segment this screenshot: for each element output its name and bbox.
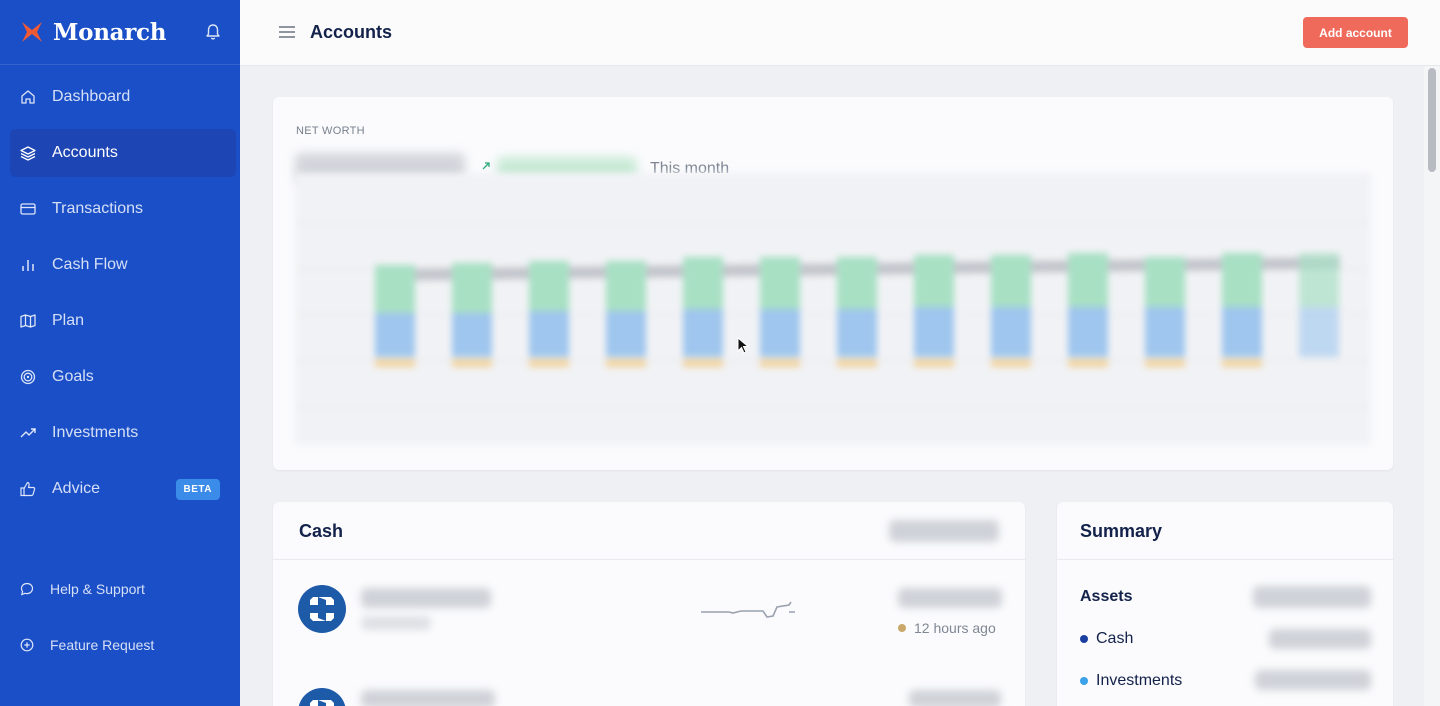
sidebar-divider bbox=[0, 64, 240, 65]
cash-legend-dot bbox=[1080, 635, 1088, 643]
bank-logo-icon bbox=[298, 585, 346, 633]
sidebar: Monarch Dashboard Accounts Transactions … bbox=[0, 0, 240, 706]
cash-total-redacted bbox=[889, 520, 999, 542]
divider bbox=[273, 559, 1025, 560]
summary-row-label: Investments bbox=[1096, 672, 1183, 689]
sidebar-item-cash-flow[interactable]: Cash Flow bbox=[10, 241, 236, 289]
account-name-redacted bbox=[361, 690, 495, 706]
summary-row-cash: Cash bbox=[1080, 630, 1133, 648]
cash-card: Cash 12 hours ago bbox=[273, 502, 1025, 706]
account-sparkline bbox=[701, 601, 795, 618]
assets-total-redacted bbox=[1253, 586, 1371, 608]
brand-name: Monarch bbox=[53, 18, 167, 46]
monarch-logo-icon bbox=[22, 22, 42, 42]
updated-time: 12 hours ago bbox=[914, 620, 996, 636]
divider bbox=[1057, 559, 1393, 560]
summary-card: Summary Assets Cash Investments bbox=[1057, 502, 1393, 706]
sidebar-item-label: Investments bbox=[52, 424, 139, 441]
target-icon bbox=[20, 369, 36, 385]
credit-card-icon bbox=[20, 201, 36, 217]
thumbs-up-icon bbox=[20, 481, 36, 497]
sidebar-item-investments[interactable]: Investments bbox=[10, 409, 236, 457]
chat-bubble-icon bbox=[20, 582, 34, 596]
sidebar-item-label: Dashboard bbox=[52, 88, 131, 105]
sidebar-item-label: Cash Flow bbox=[52, 256, 128, 273]
sidebar-item-advice[interactable]: Advice BETA bbox=[10, 465, 236, 513]
add-account-button[interactable]: Add account bbox=[1303, 17, 1408, 48]
sidebar-item-label: Goals bbox=[52, 368, 94, 385]
investments-amount-redacted bbox=[1255, 670, 1371, 690]
trending-up-icon bbox=[20, 425, 36, 441]
cash-title: Cash bbox=[299, 521, 344, 541]
sidebar-item-plan[interactable]: Plan bbox=[10, 297, 236, 345]
top-bar: Accounts Add account bbox=[240, 0, 1440, 66]
assets-heading: Assets bbox=[1080, 588, 1133, 605]
sidebar-item-label: Accounts bbox=[52, 144, 118, 161]
menu-icon[interactable] bbox=[278, 25, 296, 39]
sidebar-item-dashboard[interactable]: Dashboard bbox=[10, 73, 236, 121]
net-worth-card: NET WORTH This month bbox=[273, 97, 1393, 470]
status-dot bbox=[898, 624, 906, 632]
account-balance-redacted bbox=[898, 588, 1002, 608]
account-updated-status: 12 hours ago bbox=[898, 620, 996, 636]
home-icon bbox=[20, 89, 36, 105]
bank-logo-icon bbox=[298, 688, 346, 706]
sidebar-item-label: Plan bbox=[52, 312, 85, 329]
feature-request-label: Feature Request bbox=[50, 637, 155, 653]
arrow-up-right-icon bbox=[482, 162, 490, 170]
account-balance-redacted bbox=[909, 690, 1001, 706]
help-support-link[interactable]: Help & Support bbox=[20, 577, 145, 601]
sidebar-item-label: Advice bbox=[52, 480, 101, 497]
beta-badge: BETA bbox=[175, 479, 220, 500]
sidebar-item-accounts[interactable]: Accounts bbox=[10, 129, 236, 177]
summary-row-investments: Investments bbox=[1080, 672, 1182, 690]
plus-circle-icon bbox=[20, 638, 34, 652]
account-name-redacted bbox=[361, 588, 491, 608]
summary-title: Summary bbox=[1080, 521, 1163, 541]
layers-icon bbox=[20, 145, 36, 161]
bar-chart-icon bbox=[20, 257, 36, 273]
investments-legend-dot bbox=[1080, 677, 1088, 685]
sidebar-item-transactions[interactable]: Transactions bbox=[10, 185, 236, 233]
summary-row-label: Cash bbox=[1096, 630, 1134, 647]
cash-amount-redacted bbox=[1269, 629, 1371, 649]
map-icon bbox=[20, 313, 36, 329]
bell-icon[interactable] bbox=[203, 22, 223, 42]
net-worth-label: NET WORTH bbox=[296, 125, 365, 137]
account-type-redacted bbox=[361, 616, 431, 630]
sidebar-item-label: Transactions bbox=[52, 200, 143, 217]
net-worth-chart-redacted bbox=[295, 173, 1371, 445]
mouse-cursor-icon bbox=[737, 337, 749, 354]
page-title: Accounts bbox=[310, 22, 393, 42]
help-support-label: Help & Support bbox=[50, 581, 145, 597]
brand[interactable]: Monarch bbox=[20, 16, 166, 48]
scrollbar-thumb[interactable] bbox=[1428, 68, 1436, 172]
feature-request-link[interactable]: Feature Request bbox=[20, 633, 154, 657]
sidebar-item-goals[interactable]: Goals bbox=[10, 353, 236, 401]
